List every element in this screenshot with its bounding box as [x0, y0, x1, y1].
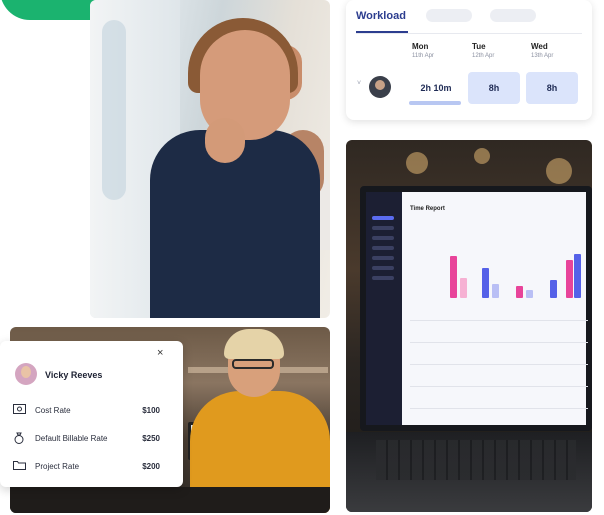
day-name: Wed: [531, 42, 548, 51]
workload-tab[interactable]: Workload: [356, 10, 406, 22]
active-tab-indicator: [356, 31, 408, 33]
avatar: [369, 76, 391, 98]
tab-placeholder[interactable]: [426, 9, 472, 22]
user-name: Vicky Reeves: [45, 370, 103, 380]
laptop-photo: Time Report: [346, 140, 592, 512]
office-photo-smiling-woman: [90, 0, 330, 318]
day-date: 11th Apr: [412, 53, 434, 59]
report-bar-chart: [446, 238, 582, 298]
cash-icon: [13, 404, 27, 417]
expand-chevron-icon[interactable]: ˅: [357, 80, 361, 87]
cost-rate-row: Cost Rate $100: [13, 404, 173, 418]
tab-placeholder[interactable]: [490, 9, 536, 22]
rate-value: $200: [142, 462, 160, 471]
rate-label: Project Rate: [35, 462, 80, 471]
day-name: Tue: [472, 42, 486, 51]
rate-label: Default Billable Rate: [35, 434, 108, 443]
app-sidebar: [366, 192, 402, 425]
day-date: 12th Apr: [472, 53, 495, 59]
rate-value: $250: [142, 434, 160, 443]
money-bag-icon: [13, 432, 27, 447]
day-date: 13th Apr: [531, 53, 554, 59]
rate-value: $100: [142, 406, 160, 415]
rate-label: Cost Rate: [35, 406, 71, 415]
hours-cell[interactable]: 2h 10m: [409, 72, 463, 104]
day-name: Mon: [412, 42, 429, 51]
hours-cell[interactable]: 8h: [468, 72, 520, 104]
billable-rate-row: Default Billable Rate $250: [13, 432, 173, 446]
workload-card: Workload Mon 11th Apr Tue 12th Apr Wed 1…: [346, 0, 592, 120]
user-rates-card: Vicky Reeves × Cost Rate $100 Default Bi…: [0, 341, 183, 487]
close-icon[interactable]: ×: [157, 347, 163, 359]
project-rate-row: Project Rate $200: [13, 460, 173, 474]
avatar: [15, 363, 37, 385]
hours-bar: [409, 101, 461, 105]
laptop-screen: Time Report: [360, 186, 592, 431]
folder-icon: [13, 460, 27, 473]
screen-report-title: Time Report: [410, 206, 445, 212]
hours-cell[interactable]: 8h: [526, 72, 578, 104]
